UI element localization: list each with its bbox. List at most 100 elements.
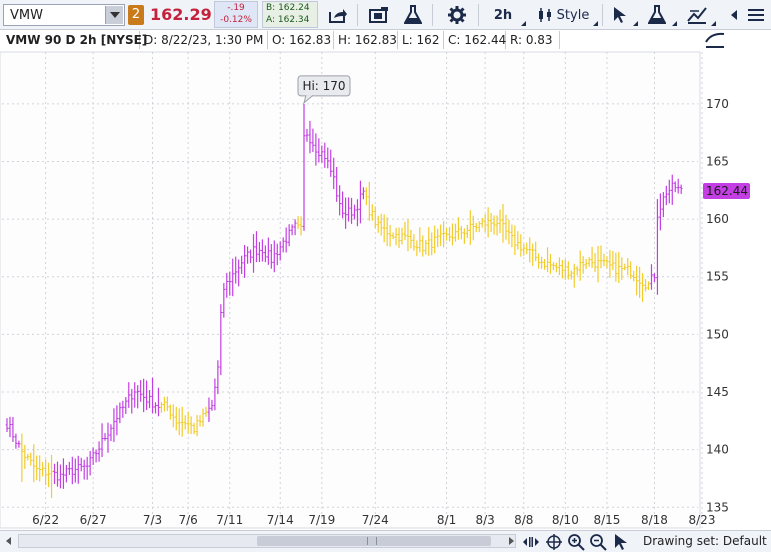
time-tick-label: 7/14 (267, 513, 294, 527)
symbol-text[interactable]: VMW (10, 8, 43, 23)
share-icon (329, 9, 347, 23)
info-range: R: 0.83 (506, 31, 560, 49)
price-tick-label: 155 (706, 270, 729, 284)
last-price-bubble: 162.44 (703, 182, 750, 199)
net-change: -.19 (227, 3, 245, 13)
crosshair-button[interactable] (545, 533, 563, 551)
net-change-box: -.19 -0.12% (214, 1, 258, 28)
link-group-badge[interactable]: 2 (128, 5, 144, 25)
zoom-out-button[interactable] (589, 533, 607, 551)
cursor-button[interactable] (608, 3, 632, 27)
bid-price: B: 162.24 (266, 3, 310, 13)
style-button[interactable]: Style (534, 3, 592, 27)
info-low: L: 162 (398, 31, 444, 49)
cursor-dropdown-icon[interactable] (633, 21, 638, 26)
symbol-dropdown-button[interactable] (105, 6, 123, 24)
time-tick-label: 8/8 (514, 513, 533, 527)
gear-icon (448, 6, 466, 24)
drawing-set-selector[interactable]: Drawing set: Default (643, 534, 767, 548)
price-tick-label: 165 (706, 154, 729, 168)
chart-toolbar: VMW 2 162.29 -.19 -0.12% B: 162.24 A: 16… (0, 0, 771, 30)
high-label: Hi: 170 (302, 79, 345, 93)
studies-dropdown-icon[interactable] (672, 21, 677, 26)
timeframe-label: 2h (493, 7, 513, 23)
last-price: 162.29 (150, 5, 212, 24)
scroll-right-button[interactable] (504, 534, 518, 548)
time-tick-label: 7/11 (216, 513, 243, 527)
timeframe-dropdown-icon[interactable] (521, 21, 526, 26)
time-tick-label: 8/10 (552, 513, 579, 527)
chart-title: VMW 90 D 2h [NYSE] (2, 31, 147, 49)
quick-studies-button[interactable] (644, 3, 670, 27)
ask-price: A: 162.34 (266, 15, 310, 25)
flask-icon (648, 5, 666, 24)
style-dropdown-icon[interactable] (593, 21, 598, 26)
price-tick-label: 145 (706, 385, 729, 399)
cursor-arrow-icon (614, 7, 626, 23)
toolbar-separator (432, 4, 433, 26)
trend-line-icon (705, 32, 725, 48)
drawing-cursor-button[interactable] (614, 533, 632, 551)
info-date: D: 8/22/23, 1:30 PM (140, 31, 268, 49)
time-tick-label: 6/22 (32, 513, 59, 527)
share-button[interactable] (324, 3, 352, 27)
time-scrollbar[interactable] (18, 534, 516, 548)
scrollbar-grip-icon (367, 537, 377, 545)
bid-ask-box: B: 162.24 A: 162.34 (262, 1, 318, 28)
toolbar-separator (357, 4, 358, 26)
scroll-toolbar-left-button[interactable] (726, 3, 742, 27)
time-tick-label: 8/3 (476, 513, 495, 527)
last-price-label: 162.44 (706, 184, 748, 198)
expand-time-axis-button[interactable] (522, 533, 540, 551)
chevron-left-icon (731, 10, 737, 20)
style-label: Style (556, 7, 590, 23)
camera-icon (369, 7, 388, 23)
time-tick-label: 7/19 (308, 513, 335, 527)
price-tick-label: 170 (706, 97, 729, 111)
price-tick-label: 140 (706, 443, 729, 457)
symbol-selector[interactable]: VMW (3, 4, 125, 26)
time-tick-label: 8/23 (689, 513, 716, 527)
timeframe-button[interactable]: 2h (486, 3, 520, 27)
price-tick-label: 150 (706, 327, 729, 341)
toolbar-separator (602, 4, 603, 26)
scrollbar-thumb[interactable] (257, 536, 491, 546)
flask-icon (404, 5, 422, 24)
info-open: O: 162.83 (268, 31, 334, 49)
price-chart[interactable]: 135140145150155160165170 6/22 6/27 7/3 7/6 7… (0, 50, 771, 530)
zoom-out-icon (590, 534, 607, 551)
scroll-left-button[interactable] (2, 534, 16, 548)
drawings-button[interactable] (684, 3, 710, 27)
quick-drawing-button[interactable] (703, 30, 727, 50)
time-tick-label: 8/15 (593, 513, 620, 527)
drawings-dropdown-icon[interactable] (711, 21, 716, 26)
zoom-in-button[interactable] (567, 533, 585, 551)
chart-bottom-bar: Drawing set: Default (0, 530, 771, 552)
info-close: C: 162.44 (444, 31, 506, 49)
snapshot-button[interactable] (366, 3, 392, 27)
studies-button[interactable] (400, 3, 426, 27)
time-tick-label: 8/1 (437, 513, 456, 527)
toolbar-separator (478, 4, 479, 26)
price-tick-label: 160 (706, 212, 729, 226)
chart-menu-button[interactable] (744, 3, 768, 27)
candles-icon (538, 8, 551, 22)
drawing-tools-icon (687, 7, 707, 24)
time-tick-label: 7/24 (362, 513, 389, 527)
crosshair-icon (546, 534, 562, 550)
percent-change: -0.12% (220, 15, 252, 25)
expand-horizontal-icon (523, 537, 539, 547)
chevron-right-icon (509, 537, 514, 545)
ohlc-info-bar: VMW 90 D 2h [NYSE] D: 8/22/23, 1:30 PM O… (0, 30, 700, 50)
info-high: H: 162.83 (334, 31, 398, 49)
time-tick-label: 7/6 (179, 513, 198, 527)
plot-area (0, 51, 701, 529)
chevron-left-icon (6, 537, 11, 545)
menu-lines-icon (748, 9, 764, 21)
time-tick-label: 8/18 (641, 513, 668, 527)
cursor-arrow-icon (615, 534, 627, 550)
time-tick-label: 7/3 (143, 513, 162, 527)
settings-button[interactable] (444, 3, 470, 27)
zoom-in-icon (568, 534, 585, 551)
time-tick-label: 6/27 (80, 513, 107, 527)
